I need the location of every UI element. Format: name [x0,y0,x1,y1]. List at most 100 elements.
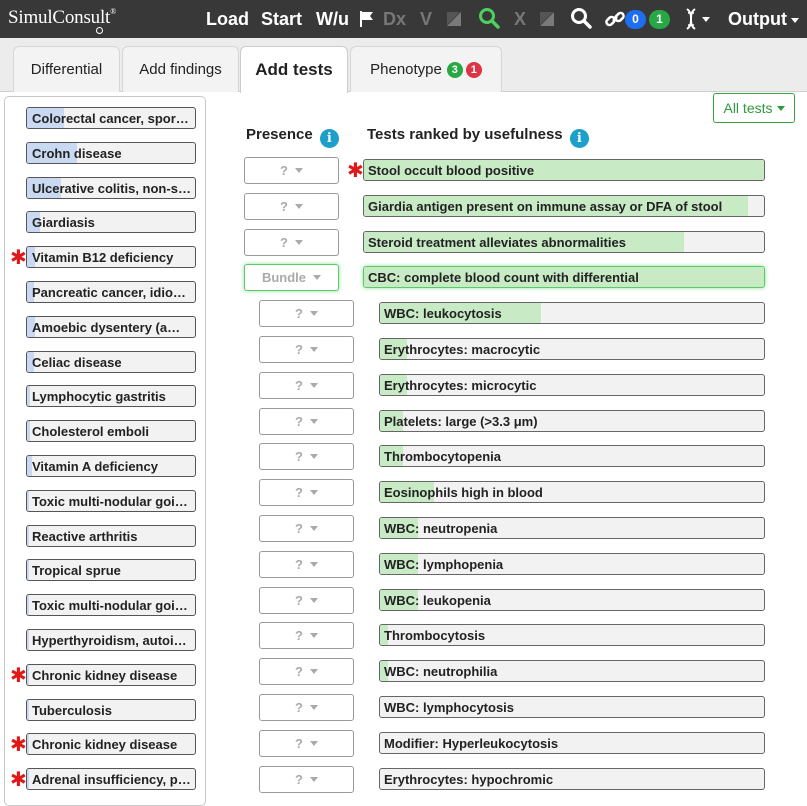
test-item[interactable]: WBC: neutrophilia [379,660,765,683]
test-item[interactable]: Eosinophils high in blood [379,481,765,504]
diagnosis-item[interactable]: Chronic kidney disease [26,733,196,756]
diagnosis-item[interactable]: Toxic multi-nodular goiter [26,594,196,617]
output-menu[interactable]: Output [728,9,799,30]
presence-select[interactable]: ? [259,371,354,399]
output-label: Output [728,9,787,29]
test-item[interactable]: Stool occult blood positive [363,159,765,181]
presence-select[interactable]: ? [259,550,354,578]
search-green-icon[interactable] [478,7,500,29]
diagnosis-item[interactable]: Chronic kidney disease [26,663,196,686]
diagnosis-label: Lymphocytic gastritis [32,389,166,405]
all-tests-dropdown[interactable]: All tests [713,93,795,123]
corner-triangle-icon[interactable] [446,11,462,27]
test-item[interactable]: Erythrocytes: macrocytic [379,338,765,360]
probability-bar [27,630,29,650]
presence-select[interactable]: ? [244,228,339,256]
diagnosis-item[interactable]: Reactive arthritis [26,524,196,547]
diagnosis-item[interactable]: Amoebic dysentery (amebiasis) [26,315,196,338]
test-item[interactable]: Thrombocytopenia [379,445,765,468]
test-item[interactable]: Giardia antigen present on immune assay … [363,194,765,217]
x-button[interactable]: X [514,9,526,30]
diagnosis-item[interactable]: Pancreatic cancer, idiopathic [26,281,196,303]
presence-select[interactable]: ? [244,192,339,220]
start-button[interactable]: Start [261,9,302,30]
workup-button[interactable]: W/u [316,9,349,30]
top-navbar: SimulConsult® Load Start W/u Dx V X 0 1 [0,0,807,38]
simulconsult-logo[interactable]: SimulConsult® [8,7,116,34]
phenotype-red-badge: 1 [465,61,482,78]
flag-icon[interactable] [358,10,374,28]
diagnosis-item[interactable]: Celiac disease [26,350,196,373]
test-bundle-item[interactable]: CBC: complete blood count with different… [363,266,765,289]
probability-bar [27,769,29,790]
tab-add-findings[interactable]: Add findings [122,46,239,92]
flag-star-icon: ✱ [10,769,27,792]
tab-phenotype[interactable]: Phenotype 3 1 [350,46,502,92]
test-item[interactable]: Erythrocytes: hypochromic [379,767,765,790]
presence-select[interactable]: ? [259,300,354,328]
test-item[interactable]: WBC: neutropenia [379,517,765,539]
presence-select[interactable]: ? [244,157,339,184]
presence-select[interactable]: ? [259,586,354,614]
presence-select[interactable]: ? [259,515,354,542]
diagnosis-item[interactable]: Toxic multi-nodular goiter [26,489,196,512]
diagnosis-item[interactable]: Colorectal cancer, sporadic [26,107,196,129]
diagnosis-item[interactable]: Cholesterol emboli [26,420,196,443]
presence-select[interactable]: ? [259,443,354,471]
test-item[interactable]: WBC: lymphopenia [379,552,765,575]
test-item[interactable]: Steroid treatment alleviates abnormaliti… [363,230,765,253]
chevron-down-icon [790,17,799,23]
diagnosis-item[interactable]: Vitamin A deficiency [26,455,196,477]
presence-select[interactable]: ? [259,729,354,757]
probability-bar [27,386,31,407]
dx-button[interactable]: Dx [383,9,406,30]
test-label: WBC: leukopenia [384,592,491,608]
test-item[interactable]: WBC: leukocytosis [379,302,765,325]
diagnosis-item[interactable]: Hyperthyroidism, autoimmune [26,629,196,651]
tab-differential[interactable]: Differential [13,46,120,92]
diagnosis-item[interactable]: Crohn disease [26,141,196,164]
link-icon[interactable] [604,8,626,30]
v-button[interactable]: V [420,9,432,30]
diagnosis-item[interactable]: Tropical sprue [26,559,196,582]
diagnosis-item[interactable]: Giardiasis [26,211,196,234]
test-item[interactable]: Thrombocytosis [379,624,765,647]
chevron-down-icon [309,705,318,710]
logo-text: SimulConsult [8,7,111,28]
chevron-down-icon [309,311,318,317]
test-item[interactable]: Modifier: Hyperleukocytosis [379,731,765,754]
diagnosis-item[interactable]: Tuberculosis [26,698,196,721]
diagnosis-item[interactable]: Adrenal insufficiency, primary [26,768,196,791]
probability-bar [27,490,29,511]
presence-select[interactable]: ? [259,407,354,435]
test-item[interactable]: Platelets: large (>3.3 μm) [379,409,765,432]
load-button[interactable]: Load [206,9,249,30]
probability-bar [27,734,29,755]
test-item[interactable]: Erythrocytes: microcytic [379,373,765,396]
diagnosis-item[interactable]: Vitamin B12 deficiency [26,246,196,269]
flag-star-icon: ✱ [10,664,27,687]
corner-triangle-icon-2[interactable] [539,11,555,27]
presence-select[interactable]: ? [259,622,354,650]
presence-select[interactable]: ? [259,479,354,507]
tab-add-tests[interactable]: Add tests [240,46,348,93]
chevron-down-icon [294,239,303,245]
info-icon[interactable]: i [569,129,589,148]
info-icon[interactable]: i [319,129,339,148]
diagnosis-label: Hyperthyroidism, autoimmune [32,633,191,648]
test-item[interactable]: WBC: lymphocytosis [379,696,765,718]
presence-select[interactable]: ? [259,694,354,721]
diagnosis-label: Crohn disease [32,145,122,161]
diagnosis-item[interactable]: Ulcerative colitis, non-specific [26,176,196,199]
test-label: WBC: leukocytosis [384,306,502,322]
test-item[interactable]: WBC: leukopenia [379,588,765,611]
presence-select[interactable]: ? [259,765,354,793]
presence-select[interactable]: ? [259,658,354,686]
diagnosis-item[interactable]: Lymphocytic gastritis [26,385,196,408]
presence-select[interactable]: ? [259,336,354,363]
search-icon[interactable] [570,7,592,29]
dna-menu[interactable] [684,8,710,30]
presence-value: ? [280,198,288,214]
presence-select[interactable]: Bundle [244,264,339,292]
diagnosis-label: Giardiasis [32,215,95,231]
